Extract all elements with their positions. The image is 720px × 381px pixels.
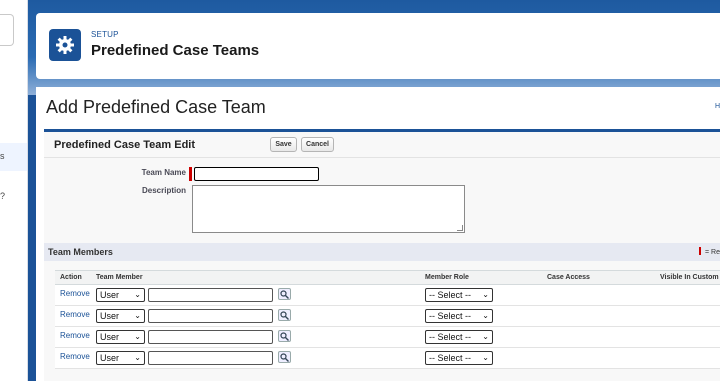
chevron-down-icon: ⌄ — [134, 332, 141, 341]
member-role-value: -- Select -- — [429, 290, 472, 300]
lookup-icon[interactable] — [278, 330, 291, 342]
chevron-down-icon: ⌄ — [482, 290, 489, 299]
member-type-select[interactable]: User ⌄ — [96, 351, 145, 365]
chevron-down-icon: ⌄ — [482, 332, 489, 341]
member-role-select[interactable]: -- Select -- ⌄ — [425, 309, 493, 323]
team-member-input[interactable] — [148, 288, 273, 302]
sidebar-question-label: ? — [0, 191, 6, 201]
team-member-input[interactable] — [148, 330, 273, 344]
member-role-select[interactable]: -- Select -- ⌄ — [425, 288, 493, 302]
team-members-section-header: Team Members = Re — [44, 243, 720, 261]
setup-header: SETUP Predefined Case Teams — [36, 13, 720, 79]
member-type-select[interactable]: User ⌄ — [96, 309, 145, 323]
table-header: Action Team Member Member Role Case Acce… — [55, 270, 720, 285]
page-title: Add Predefined Case Team — [46, 97, 266, 117]
team-name-input[interactable] — [194, 167, 319, 181]
chevron-down-icon: ⌄ — [134, 311, 141, 320]
member-type-value: User — [100, 332, 120, 342]
cancel-button[interactable]: Cancel — [301, 137, 334, 152]
chevron-down-icon: ⌄ — [482, 353, 489, 362]
column-header-team-member: Team Member — [96, 274, 143, 281]
member-role-value: -- Select -- — [429, 353, 472, 363]
chevron-down-icon: ⌄ — [482, 311, 489, 320]
chevron-down-icon: ⌄ — [134, 290, 141, 299]
team-member-input[interactable] — [148, 351, 273, 365]
description-textarea[interactable] — [192, 185, 465, 233]
remove-link[interactable]: Remove — [60, 310, 90, 319]
header-title: Predefined Case Teams — [91, 42, 260, 59]
required-legend-mark — [699, 247, 702, 255]
lookup-icon[interactable] — [278, 309, 291, 321]
table-row: Remove User ⌄ -- Select -- ⌄ — [55, 285, 720, 306]
table-row: Remove User ⌄ -- Select -- ⌄ — [55, 327, 720, 348]
main-content: Add Predefined Case Team H Predefined Ca… — [36, 87, 720, 381]
lookup-icon[interactable] — [278, 288, 291, 300]
team-members-title: Team Members — [48, 247, 113, 257]
column-header-action: Action — [60, 274, 82, 281]
remove-link[interactable]: Remove — [60, 331, 90, 340]
required-legend-text: = Re — [705, 249, 720, 256]
member-type-select[interactable]: User ⌄ — [96, 330, 145, 344]
edit-block-header: Predefined Case Team Edit Save Cancel — [44, 132, 720, 158]
remove-link[interactable]: Remove — [60, 352, 90, 361]
column-header-case-access: Case Access — [547, 274, 590, 281]
header-eyebrow: SETUP — [91, 30, 119, 39]
member-type-value: User — [100, 311, 120, 321]
member-type-value: User — [100, 353, 120, 363]
team-member-input[interactable] — [148, 309, 273, 323]
member-role-value: -- Select -- — [429, 332, 472, 342]
member-type-value: User — [100, 290, 120, 300]
table-row: Remove User ⌄ -- Select -- ⌄ — [55, 348, 720, 369]
member-role-select[interactable]: -- Select -- ⌄ — [425, 351, 493, 365]
sidebar-search-input[interactable] — [0, 14, 14, 46]
left-sidebar: s ? — [0, 0, 28, 381]
member-role-select[interactable]: -- Select -- ⌄ — [425, 330, 493, 344]
required-indicator — [189, 167, 192, 181]
team-members-table: Action Team Member Member Role Case Acce… — [55, 270, 720, 369]
lookup-icon[interactable] — [278, 351, 291, 363]
column-header-visible-in-customer-portal: Visible In Custom — [660, 274, 719, 281]
team-name-label: Team Name — [141, 168, 186, 177]
description-label: Description — [141, 186, 186, 195]
member-role-value: -- Select -- — [429, 311, 472, 321]
edit-block-title: Predefined Case Team Edit — [54, 139, 196, 151]
table-row: Remove User ⌄ -- Select -- ⌄ — [55, 306, 720, 327]
chevron-down-icon: ⌄ — [134, 353, 141, 362]
resize-handle-icon[interactable] — [457, 225, 463, 231]
help-link[interactable]: H — [715, 103, 720, 110]
required-legend: = Re — [699, 247, 720, 256]
sidebar-selected-label: s — [0, 151, 5, 161]
member-type-select[interactable]: User ⌄ — [96, 288, 145, 302]
remove-link[interactable]: Remove — [60, 289, 90, 298]
save-button[interactable]: Save — [270, 137, 297, 152]
gear-icon — [49, 29, 81, 61]
column-header-member-role: Member Role — [425, 274, 469, 281]
